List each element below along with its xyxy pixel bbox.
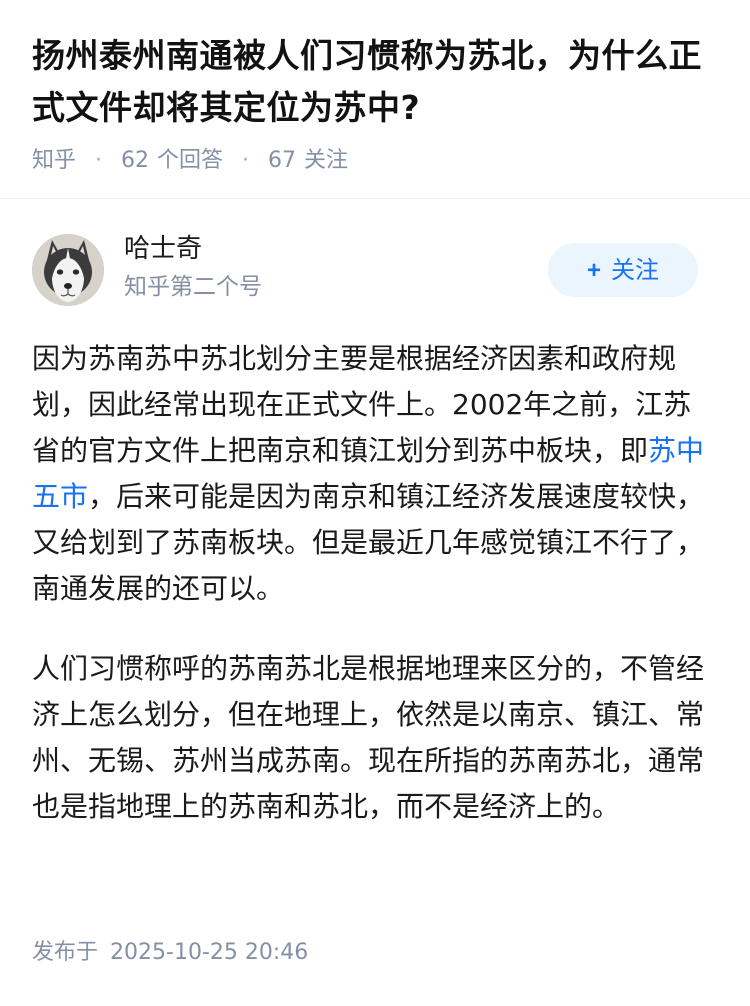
answer-content: 因为苏南苏中苏北划分主要是根据经济因素和政府规划，因此经常出现在正式文件上。20…	[32, 336, 718, 830]
question-title[interactable]: 扬州泰州南通被人们习惯称为苏北，为什么正式文件却将其定位为苏中?	[32, 30, 718, 134]
publish-label: 发布于	[32, 940, 99, 965]
answers-label: 个回答	[157, 148, 224, 173]
answer-paragraph: 因为苏南苏中苏北划分主要是根据经济因素和政府规划，因此经常出现在正式文件上。20…	[32, 336, 718, 612]
question-meta: 知乎 · 62 个回答 · 67 关注	[32, 144, 718, 178]
plus-icon: +	[586, 257, 601, 284]
answers-count-link[interactable]: 62 个回答	[121, 148, 230, 173]
answers-count: 62	[121, 148, 150, 173]
followers-label: 关注	[304, 148, 349, 173]
divider	[0, 198, 750, 199]
author-card: 哈士奇 知乎第二个号 + 关注	[32, 234, 718, 306]
author-name[interactable]: 哈士奇	[124, 230, 202, 268]
followers-count: 67	[268, 148, 297, 173]
answer-text: ，后来可能是因为南京和镇江经济发展速度较快，又给划到了苏南板块。但是最近几年感觉…	[32, 480, 705, 605]
answer-paragraph: 人们习惯称呼的苏南苏北是根据地理来区分的，不管经济上怎么划分，但在地理上，依然是…	[32, 652, 705, 823]
follow-button[interactable]: + 关注	[548, 243, 698, 297]
husky-avatar-icon	[32, 234, 104, 306]
follow-label: 关注	[611, 257, 659, 284]
answer-text: 因为苏南苏中苏北划分主要是根据经济因素和政府规划，因此经常出现在正式文件上。20…	[32, 342, 692, 467]
publish-time: 2025-10-25 20:46	[110, 940, 309, 965]
question-header: 扬州泰州南通被人们习惯称为苏北，为什么正式文件却将其定位为苏中? 知乎 · 62…	[0, 0, 750, 178]
meta-separator: ·	[95, 148, 103, 173]
publish-info: 发布于 2025-10-25 20:46	[32, 936, 308, 970]
author-headline: 知乎第二个号	[124, 274, 262, 300]
source-label[interactable]: 知乎	[32, 148, 76, 173]
meta-separator: ·	[242, 148, 250, 173]
avatar[interactable]	[32, 234, 104, 306]
followers-count-link[interactable]: 67 关注	[268, 148, 348, 173]
